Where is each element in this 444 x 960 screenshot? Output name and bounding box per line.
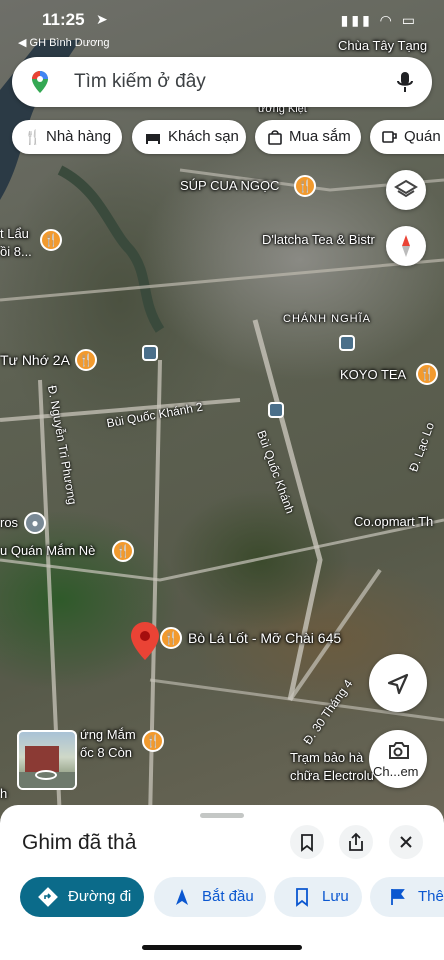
save-button[interactable]: Lưu [274,877,362,917]
start-button[interactable]: Bắt đầu [154,877,266,917]
share-button[interactable] [339,825,373,859]
directions-button[interactable]: Đường đi [20,877,144,917]
restaurant-pin-icon[interactable]: 🍴 [40,229,62,251]
location-arrow-status-icon: ➤ [96,11,108,27]
location-pin-icon[interactable]: ● [24,512,46,534]
microphone-icon[interactable] [394,70,416,94]
bus-stop-icon[interactable] [268,402,284,418]
share-icon [349,832,363,851]
place-label[interactable]: ros [0,515,18,530]
action-label: Đường đi [68,888,132,905]
save-bookmark-button[interactable] [290,825,324,859]
place-label[interactable]: Trạm bảo hà [290,750,363,765]
compass-icon [402,235,410,257]
place-label[interactable]: u Quán Mắm Nè [0,543,95,558]
coffee-cup-icon [382,131,397,143]
place-label[interactable]: Bò Lá Lốt - Mỡ Chài 645 [188,630,341,646]
chip-label: Nhà hàng [46,128,112,145]
chip-label: Mua sắm [289,128,351,145]
restaurant-pin-icon[interactable]: 🍴 [112,540,134,562]
place-label: ốc 8 Còn [80,745,133,760]
lens-button[interactable]: Ch...em [369,730,427,788]
status-bar: 11:25 ➤ ◀ GH Bình Dương ▮▮▮ ◠ ▭ [0,8,444,49]
signal-wifi-battery-icon: ▮▮▮ ◠ ▭ [340,12,418,28]
compass-button[interactable] [386,226,426,266]
my-location-button[interactable] [369,654,427,712]
status-time: 11:25 [42,10,85,29]
shopping-bag-icon [268,130,282,145]
chip-shopping[interactable]: Mua sắm [255,120,361,154]
category-chips: 🍴 Nhà hàng Khách sạn Mua sắm Quán c [12,120,444,156]
bookmark-outline-icon [301,834,313,852]
place-label[interactable]: Tư Nhớ 2A [0,352,70,368]
chip-restaurants[interactable]: 🍴 Nhà hàng [12,120,122,154]
bus-stop-icon[interactable] [142,345,158,361]
sheet-title: Ghim đã thả [22,831,137,854]
layers-button[interactable] [386,170,426,210]
restaurant-pin-icon[interactable]: 🍴 [142,730,164,752]
navigation-arrow-icon [176,889,188,905]
street-view-building [25,746,59,772]
location-arrow-icon [387,673,409,695]
chip-hotels[interactable]: Khách sạn [132,120,246,154]
action-label: Thê [418,888,444,905]
place-label[interactable]: KOYO TEA [340,367,406,382]
place-bottom-sheet[interactable]: Ghim đã thả Đường đi Bắt đầu Lưu Thê [0,805,444,960]
action-label: Lưu [322,888,349,905]
flag-icon [391,889,405,905]
place-label: CHÁNH NGHĨA [283,313,372,325]
place-label[interactable]: ứng Mắm [80,727,136,742]
chip-label: Khách sạn [168,128,239,145]
close-icon [400,836,412,848]
restaurant-pin-icon[interactable]: 🍴 [75,349,97,371]
action-label: Bắt đầu [202,888,254,905]
home-indicator[interactable] [142,945,302,950]
restaurant-pin-icon[interactable]: 🍴 [294,175,316,197]
layers-icon [394,179,418,198]
place-label[interactable]: Co.opmart Th [354,514,433,529]
street-view-rotate-icon [35,770,57,780]
close-button[interactable] [389,825,423,859]
place-label[interactable]: SÚP CUA NGỌC [180,178,279,193]
place-label: ồi 8... [0,244,32,259]
sheet-drag-handle[interactable] [200,813,244,818]
restaurant-pin-icon[interactable]: 🍴 [160,627,182,649]
back-to-app-link[interactable]: ◀ GH Bình Dương [18,36,110,49]
chip-cafes[interactable]: Quán c [370,120,444,154]
restaurant-pin-icon[interactable]: 🍴 [416,363,438,385]
directions-icon [38,887,58,907]
bus-stop-icon[interactable] [339,335,355,351]
dropped-pin-icon[interactable] [131,622,159,660]
maps-logo-icon [32,71,48,93]
bed-icon [146,134,160,144]
place-label: chữa Electrolu [290,768,374,783]
place-label[interactable]: t Lẩu [0,226,29,241]
lens-label: Ch...em [373,764,419,779]
add-label-button[interactable]: Thê [370,877,444,917]
search-bar[interactable]: Tìm kiếm ở đây [12,57,432,107]
fork-knife-icon: 🍴 [24,129,42,145]
place-label: h [0,786,8,801]
chip-label: Quán c [404,128,444,145]
place-label[interactable]: D'latcha Tea & Bistr [262,232,375,247]
street-view-thumbnail[interactable] [17,730,77,790]
place-label[interactable]: Chùa Tây Tạng [338,38,427,53]
bookmark-icon [296,888,308,907]
search-input[interactable]: Tìm kiếm ở đây [74,71,206,93]
